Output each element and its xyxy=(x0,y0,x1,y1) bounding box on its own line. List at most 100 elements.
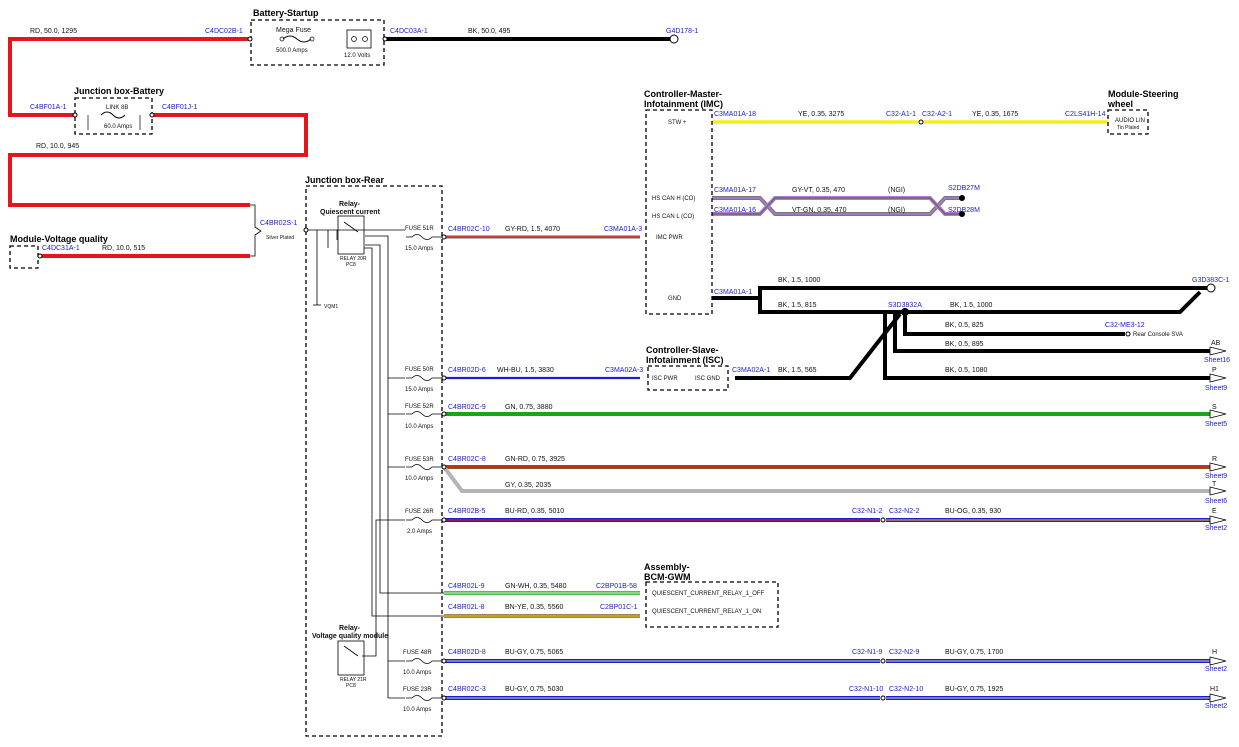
relay-vq-box[interactable] xyxy=(337,640,365,676)
conn-c32n210[interactable]: C32-N2-10 xyxy=(889,686,923,693)
wire-rd-10-945[interactable] xyxy=(8,113,308,207)
label-mega-fuse: Mega Fuse xyxy=(276,27,311,34)
wire-label-gy: GY, 0.35, 2035 xyxy=(505,482,551,489)
sheet-link-9b[interactable]: Sheet9 xyxy=(1205,473,1227,480)
title-voltage-quality: Module-Voltage quality xyxy=(10,234,108,244)
conn-c4br02l9[interactable]: C4BR02L-9 xyxy=(448,583,485,590)
conn-c32a11[interactable]: C32-A1-1 xyxy=(886,111,916,118)
conn-c4br02s[interactable]: C4BR02S-1 xyxy=(260,220,297,227)
arrow-s-icon xyxy=(1209,409,1227,419)
wire-label-bn-ye: BN-YE, 0.35, 5560 xyxy=(505,604,563,611)
conn-c4br02d8[interactable]: C4BR02D-8 xyxy=(448,649,486,656)
conn-c4bf01j[interactable]: C4BF01J-1 xyxy=(162,104,198,111)
conn-c32n29[interactable]: C32-N2-9 xyxy=(889,649,919,656)
sheet-link-16[interactable]: Sheet16 xyxy=(1204,357,1230,364)
conn-c4br02c9[interactable]: C4BR02C-9 xyxy=(448,404,486,411)
sheet-link-2b[interactable]: Sheet2 xyxy=(1205,666,1227,673)
conn-c32n19[interactable]: C32-N1-9 xyxy=(852,649,882,656)
conn-c32me312[interactable]: C32-ME3-12 xyxy=(1105,322,1145,329)
sheet-link-2a[interactable]: Sheet2 xyxy=(1205,525,1227,532)
pin-stw: STW + xyxy=(668,120,687,126)
splice-s2db27m[interactable] xyxy=(959,195,965,201)
wire-label-bk-815: BK, 1.5, 815 xyxy=(778,302,817,309)
conn-c2ls41h[interactable]: C2LS41H-14 xyxy=(1065,111,1106,118)
conn-c3ma01a17[interactable]: C3MA01A-17 xyxy=(714,187,756,194)
conn-c3ma01a18[interactable]: C3MA01A-18 xyxy=(714,111,756,118)
conn-c2bp01b58[interactable]: C2BP01B-58 xyxy=(596,583,637,590)
sheet-letter-ab: AB xyxy=(1211,340,1221,347)
fuse-53r-icon xyxy=(406,464,442,470)
voltage-quality-box[interactable] xyxy=(9,245,39,269)
conn-c3ma01a1[interactable]: C3MA01A-1 xyxy=(714,289,752,296)
conn-c4br02b5[interactable]: C4BR02B-5 xyxy=(448,508,485,515)
conn-c3ma02a3[interactable]: C3MA02A-3 xyxy=(605,367,643,374)
splice-s3d3832a[interactable] xyxy=(901,308,909,316)
wire-label-bk-825: BK, 0.5, 825 xyxy=(945,322,984,329)
sheet-link-6[interactable]: Sheet6 xyxy=(1205,498,1227,505)
imc-box[interactable] xyxy=(645,109,713,315)
wire-label-bk-1000b: BK, 1.5, 1000 xyxy=(950,302,993,309)
title-junction-rear: Junction box-Rear xyxy=(305,175,385,185)
conn-c4br02d6[interactable]: C4BR02D-6 xyxy=(448,367,486,374)
fuse-48r-name: FUSE 48R xyxy=(403,650,432,656)
conn-c4br02l8[interactable]: C4BR02L-8 xyxy=(448,604,485,611)
wire-label-bk-1080: BK, 0.5, 1080 xyxy=(945,367,988,374)
label-vqm: VQM1 xyxy=(324,304,338,310)
conn-g3d383c[interactable]: G3D383C-1 xyxy=(1192,277,1229,284)
conn-s3d3832a[interactable]: S3D3832A xyxy=(888,302,922,309)
conn-c4br02c8[interactable]: C4BR02C-8 xyxy=(448,456,486,463)
fuse-53r-amps: 10.0 Amps xyxy=(405,476,433,482)
sheet-letter-s: S xyxy=(1212,404,1217,411)
conn-c32a21[interactable]: C32-A2-1 xyxy=(922,111,952,118)
conn-s2db27m[interactable]: S2DB27M xyxy=(948,185,980,192)
wire-bk-825[interactable] xyxy=(903,314,1125,336)
conn-c4dc02b[interactable]: C4DC02B-1 xyxy=(205,28,243,35)
wire-gy[interactable] xyxy=(442,465,1210,493)
title-steering-l2: wheel xyxy=(1107,99,1133,109)
conn-c4br02c3[interactable]: C4BR02C-3 xyxy=(448,686,486,693)
splice-bracket-icon xyxy=(250,204,262,257)
ground-terminal-g4d178[interactable] xyxy=(669,34,679,44)
sheet-link-5[interactable]: Sheet5 xyxy=(1205,421,1227,428)
conn-c4dc31a[interactable]: C4DC31A-1 xyxy=(42,245,80,252)
wire-label-bk-565: BK, 1.5, 565 xyxy=(778,367,817,374)
wire-label-wh-bu: WH-BU, 1.5, 3830 xyxy=(497,367,554,374)
wire-bk-1080[interactable] xyxy=(883,314,1215,380)
pin-imc-pwr: IMC PWR xyxy=(656,235,683,241)
mega-fuse-icon xyxy=(282,35,312,43)
fuse-26r-amps: 2.0 Amps xyxy=(407,529,432,535)
ground-terminal-g3d383c[interactable] xyxy=(1206,283,1216,293)
bcm-box[interactable] xyxy=(645,581,779,628)
sheet-link-9a[interactable]: Sheet9 xyxy=(1205,385,1227,392)
sheet-letter-r: R xyxy=(1212,456,1217,463)
fuse-23r-amps: 10.0 Amps xyxy=(403,707,431,713)
fuse-labels: FUSE 51R 15.0 Amps FUSE 50R 15.0 Amps FU… xyxy=(403,226,434,713)
conn-c3ma01a3[interactable]: C3MA01A-3 xyxy=(604,226,642,233)
conn-g4d178[interactable]: G4D178-1 xyxy=(666,28,698,35)
conn-c4dc03a[interactable]: C4DC03A-1 xyxy=(390,28,428,35)
conn-s2db28m[interactable]: S2DB28M xyxy=(948,207,980,214)
title-relay-vq-l1: Relay- xyxy=(339,625,361,632)
conn-c2bp01c1[interactable]: C2BP01C-1 xyxy=(600,604,637,611)
label-link-amps: 60.0 Amps xyxy=(104,124,132,130)
arrow-p-icon xyxy=(1209,373,1227,383)
wire-label-bu-rd: BU-RD, 0.35, 5010 xyxy=(505,508,564,515)
title-imc-l1: Controller-Master- xyxy=(644,89,722,99)
relay-qc-box[interactable] xyxy=(337,215,365,255)
conn-c3ma02a1[interactable]: C3MA02A-1 xyxy=(732,367,770,374)
sheet-letter-h1: H1 xyxy=(1210,686,1219,693)
fuse-52r-name: FUSE 52R xyxy=(405,404,434,410)
fuse-51r-amps: 15.0 Amps xyxy=(405,246,433,252)
wire-bk-1000a[interactable] xyxy=(712,286,1208,300)
conn-c4bf01a[interactable]: C4BF01A-1 xyxy=(30,104,67,111)
fuse-23r-name: FUSE 23R xyxy=(403,687,432,693)
conn-c32n110[interactable]: C32-N1-10 xyxy=(849,686,883,693)
conn-c32n12[interactable]: C32-N1-2 xyxy=(852,508,882,515)
sheet-letter-e: E xyxy=(1212,508,1217,515)
fuse-26r-name: FUSE 26R xyxy=(405,509,434,515)
conn-c4br02c10[interactable]: C4BR02C-10 xyxy=(448,226,490,233)
conn-c3ma01a16[interactable]: C3MA01A-16 xyxy=(714,207,756,214)
sheet-link-2c[interactable]: Sheet2 xyxy=(1205,703,1227,710)
fuse-52r-terminal xyxy=(441,411,447,417)
conn-c32n22[interactable]: C32-N2-2 xyxy=(889,508,919,515)
